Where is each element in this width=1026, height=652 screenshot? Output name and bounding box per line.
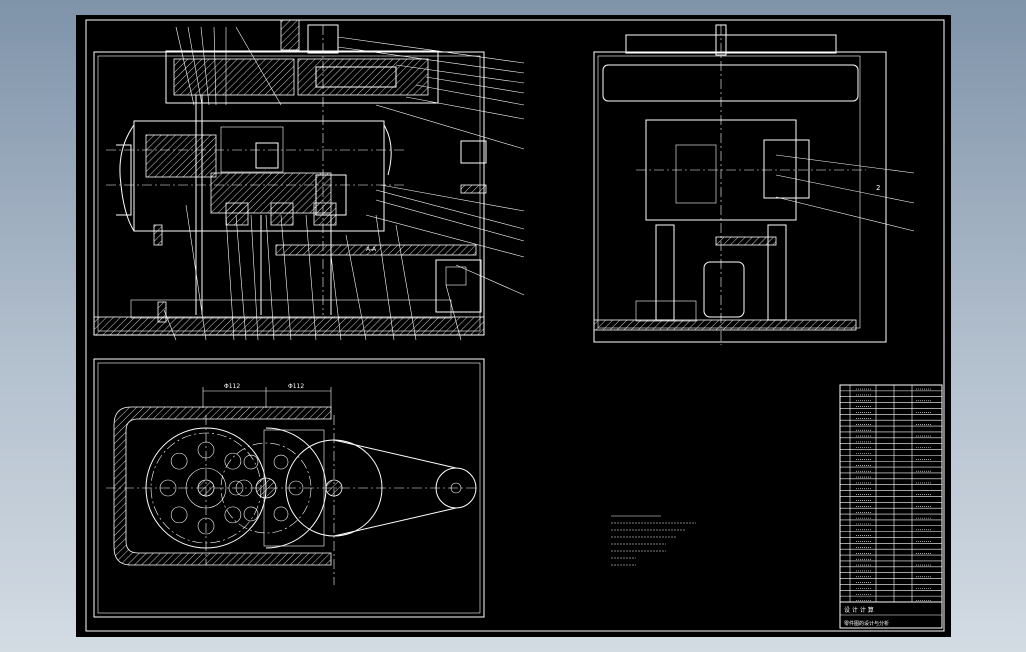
technical-notes <box>611 515 696 566</box>
base-plate <box>93 316 485 336</box>
plan-dimension-2: Φ112 <box>288 383 304 390</box>
gear-hole <box>224 452 242 470</box>
front-section-view: A-A <box>93 19 487 336</box>
upper-gear-section <box>173 58 295 96</box>
side-view-label: 2 <box>876 184 880 192</box>
cad-drawing-canvas[interactable]: A-A 2 Φ112 Φ112 设 计 计 算 零件图的设计与分析 <box>76 15 951 637</box>
title-block: 设 计 计 算 零件图的设计与分析 <box>839 601 943 629</box>
gear-hole <box>273 454 289 470</box>
gear-hole <box>243 454 259 470</box>
gear-hole <box>170 452 188 470</box>
title-block-row-2: 零件图的设计与分析 <box>844 620 889 627</box>
front-section-label: A-A <box>366 246 377 253</box>
plan-dimension-1: Φ112 <box>224 383 240 390</box>
gear-hole <box>273 506 289 522</box>
parts-table-frame <box>839 384 943 603</box>
title-block-row-1: 设 计 计 算 <box>844 606 874 614</box>
gear-hole <box>224 506 242 524</box>
gear-hole <box>170 506 188 524</box>
side-view: 2 <box>593 24 915 345</box>
gear-hole <box>243 506 259 522</box>
parts-list-table <box>839 384 943 603</box>
assembly-drawing: A-A 2 Φ112 Φ112 设 计 计 算 零件图的设计与分析 <box>85 19 945 632</box>
